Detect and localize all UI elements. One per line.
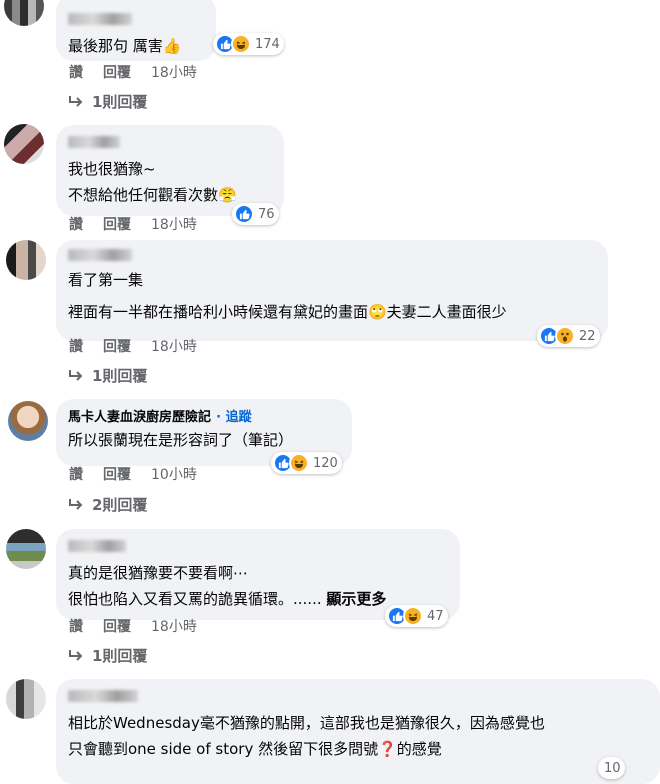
- comment-text-line: 看了第一集: [68, 271, 144, 289]
- reaction-count: 76: [258, 206, 275, 222]
- haha-icon: [289, 453, 309, 473]
- reaction-summary[interactable]: 120: [271, 452, 342, 474]
- reaction-summary[interactable]: 47: [385, 605, 448, 627]
- comment-actions: 讚 回覆 10小時: [69, 464, 217, 484]
- reply-button[interactable]: 回覆: [103, 464, 131, 484]
- avatar[interactable]: [8, 401, 48, 441]
- view-replies-button[interactable]: 1則回覆: [68, 645, 147, 666]
- reply-button[interactable]: 回覆: [103, 214, 131, 234]
- view-replies-button[interactable]: 2則回覆: [68, 494, 147, 515]
- replies-label: 1則回覆: [92, 367, 148, 385]
- replies-label: 1則回覆: [92, 647, 148, 665]
- reaction-count: 47: [427, 608, 444, 624]
- reply-button[interactable]: 回覆: [103, 336, 131, 356]
- avatar[interactable]: [6, 679, 46, 719]
- see-more-link[interactable]: 顯示更多: [326, 590, 386, 608]
- avatar[interactable]: [4, 124, 44, 164]
- view-replies-button[interactable]: 1則回覆: [68, 91, 147, 112]
- timestamp[interactable]: 18小時: [151, 336, 197, 356]
- comment-text-line: 我也很猶豫~: [68, 160, 156, 178]
- blurred-name: [68, 249, 132, 261]
- comment-text: 最後那句 厲害👍: [68, 37, 182, 55]
- comment-text-line: 只會聽到one side of story 然後留下很多問號❓的感覺: [68, 740, 442, 758]
- reaction-summary[interactable]: 22: [537, 325, 600, 347]
- haha-icon: [403, 606, 423, 626]
- timestamp[interactable]: 18小時: [151, 214, 197, 234]
- like-button[interactable]: 讚: [69, 336, 83, 356]
- reaction-count: 120: [313, 455, 338, 471]
- comment-actions: 讚 回覆 18小時: [69, 336, 217, 356]
- view-replies-button[interactable]: 1則回覆: [68, 365, 147, 386]
- blurred-name: [68, 136, 120, 148]
- reaction-summary[interactable]: 76: [232, 203, 279, 225]
- blurred-name: [68, 540, 126, 552]
- like-icon: [234, 204, 254, 224]
- like-button[interactable]: 讚: [69, 214, 83, 234]
- blurred-name: [68, 13, 132, 25]
- replies-label: 2則回覆: [92, 496, 148, 514]
- comment-bubble: 相比於Wednesday毫不猶豫的點開，這部我也是猶豫很久，因為感覺也 只會聽到…: [56, 679, 660, 784]
- comment-actions: 讚 回覆 18小時: [69, 616, 217, 636]
- reply-button[interactable]: 回覆: [103, 616, 131, 636]
- reaction-count: 22: [579, 328, 596, 344]
- timestamp[interactable]: 10小時: [151, 464, 197, 484]
- like-button[interactable]: 讚: [69, 62, 83, 82]
- replies-label: 1則回覆: [92, 93, 148, 111]
- follow-dot: ·: [216, 410, 226, 425]
- author-name[interactable]: 馬卡人妻血淚廚房歷險記: [68, 410, 211, 425]
- wow-icon: [555, 326, 575, 346]
- reaction-count: 174: [255, 36, 280, 52]
- follow-button[interactable]: 追蹤: [226, 410, 252, 425]
- haha-icon: [231, 34, 251, 54]
- author-row: 馬卡人妻血淚廚房歷險記 · 追蹤: [68, 406, 340, 425]
- timestamp[interactable]: 18小時: [151, 616, 197, 636]
- reply-arrow-icon: [69, 369, 83, 381]
- comment-bubble: 看了第一集 裡面有一半都在播哈利小時候還有黛妃的畫面🙄夫妻二人畫面很少: [56, 240, 608, 341]
- reply-button[interactable]: 回覆: [103, 62, 131, 82]
- reaction-count: 10: [604, 760, 621, 776]
- reaction-summary[interactable]: 10: [598, 757, 625, 779]
- reply-arrow-icon: [69, 95, 83, 107]
- reply-arrow-icon: [69, 649, 83, 661]
- reply-arrow-icon: [69, 498, 83, 510]
- like-button[interactable]: 讚: [69, 464, 83, 484]
- timestamp[interactable]: 18小時: [151, 62, 197, 82]
- comment-actions: 讚 回覆 18小時: [69, 214, 217, 234]
- reaction-summary[interactable]: 174: [213, 33, 284, 55]
- avatar[interactable]: [4, 0, 44, 26]
- comment-text-line: 裡面有一半都在播哈利小時候還有黛妃的畫面🙄夫妻二人畫面很少: [68, 303, 507, 321]
- comment-actions: 讚 回覆 18小時: [69, 62, 217, 82]
- comment-text-line: 相比於Wednesday毫不猶豫的點開，這部我也是猶豫很久，因為感覺也: [68, 714, 545, 732]
- avatar[interactable]: [6, 529, 46, 569]
- comment-text: 所以張蘭現在是形容詞了（筆記）: [68, 431, 294, 449]
- blurred-name: [68, 690, 138, 702]
- comment-text-line: 真的是很猶豫要不要看啊⋯: [68, 564, 249, 582]
- like-button[interactable]: 讚: [69, 616, 83, 636]
- avatar[interactable]: [6, 240, 46, 280]
- comment-bubble: 最後那句 厲害👍: [56, 0, 216, 61]
- comment-text-line-content: 很怕也陷入又看又罵的詭異循環。......: [68, 590, 322, 608]
